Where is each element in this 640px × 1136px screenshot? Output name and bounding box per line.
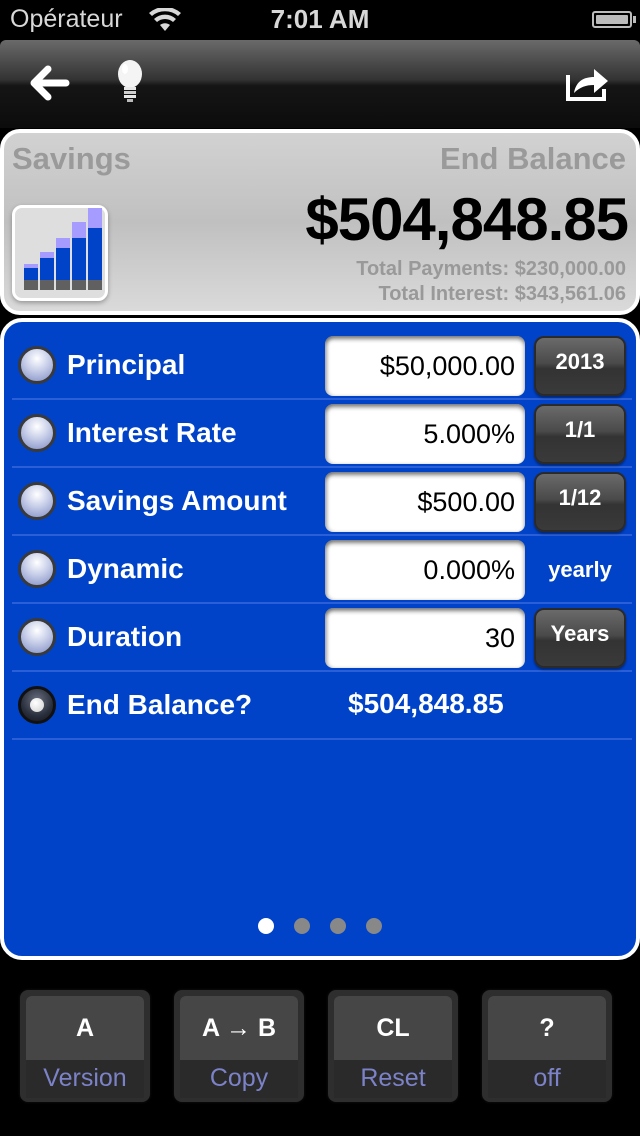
interest-rate-field[interactable]: 5.000%: [325, 404, 525, 464]
copy-key[interactable]: A → B Copy: [174, 990, 304, 1102]
mini-bar-segment: [88, 228, 102, 280]
dynamic-field[interactable]: 0.000%: [325, 540, 525, 600]
back-arrow-icon: [30, 65, 70, 101]
row-duration: Duration 30 Years: [12, 604, 632, 672]
help-key[interactable]: ? off: [482, 990, 612, 1102]
input-panel: Principal $50,000.00 2013 Interest Rate …: [0, 318, 640, 960]
key-label: A: [26, 996, 144, 1060]
mini-bar-segment: [24, 268, 38, 280]
page-dot[interactable]: [294, 918, 310, 934]
end-balance-result: $504,848.85: [348, 688, 504, 719]
mini-bar-segment: [56, 280, 70, 290]
chart-button[interactable]: [12, 205, 108, 301]
mini-bar-segment: [40, 252, 54, 258]
key-label: A → B: [180, 996, 298, 1060]
mini-bar-segment: [40, 258, 54, 280]
share-button[interactable]: [560, 58, 616, 108]
solve-for-radio[interactable]: [18, 550, 56, 588]
dynamic-unit-label: yearly: [548, 557, 612, 582]
row-end-balance: End Balance? $504,848.85: [12, 672, 632, 740]
mini-bar-segment: [24, 264, 38, 268]
version-key[interactable]: A Version: [20, 990, 150, 1102]
summary-card: Savings End Balance $504,848.85 Total Pa…: [0, 129, 640, 315]
nav-bar: [0, 40, 640, 128]
calculator-title: Savings: [12, 141, 131, 176]
row-savings-amount: Savings Amount $500.00 1/12: [12, 468, 632, 536]
result-label: End Balance: [439, 141, 626, 176]
solve-for-radio[interactable]: [18, 618, 56, 656]
clock: 7:01 AM: [270, 4, 370, 34]
mini-bar-segment: [88, 208, 102, 228]
row-label: Duration: [67, 621, 183, 652]
solve-for-radio-selected[interactable]: [18, 686, 56, 724]
key-label: ?: [488, 996, 606, 1060]
key-sublabel: off: [488, 1060, 606, 1098]
key-sublabel: Version: [26, 1060, 144, 1098]
row-label: Principal: [67, 349, 186, 380]
page-dot[interactable]: [366, 918, 382, 934]
duration-field[interactable]: 30: [325, 608, 525, 668]
mini-bar-segment: [72, 222, 86, 238]
key-sublabel: Reset: [334, 1060, 452, 1098]
principal-field[interactable]: $50,000.00: [325, 336, 525, 396]
total-payments: Total Payments: $230,000.00: [356, 258, 626, 280]
bar-chart-icon: [24, 208, 102, 290]
mini-bar-segment: [72, 238, 86, 280]
payment-frequency-button[interactable]: 1/12: [534, 472, 626, 532]
mini-bar-segment: [56, 238, 70, 248]
duration-unit-button[interactable]: Years: [534, 608, 626, 668]
total-interest: Total Interest: $343,561.06: [378, 283, 626, 305]
tips-button[interactable]: [102, 58, 158, 108]
key-label: CL: [334, 996, 452, 1060]
function-keys: A Version A → B Copy CL Reset ? off: [0, 990, 640, 1102]
row-label: Dynamic: [67, 553, 184, 584]
mini-bar-segment: [72, 280, 86, 290]
page-control[interactable]: [4, 918, 636, 934]
solve-for-radio[interactable]: [18, 482, 56, 520]
row-label: End Balance?: [67, 689, 253, 720]
back-button[interactable]: [22, 58, 78, 108]
mini-bar-segment: [40, 280, 54, 290]
key-sublabel: Copy: [180, 1060, 298, 1098]
row-principal: Principal $50,000.00 2013: [12, 332, 632, 400]
result-value: $504,848.85: [305, 186, 629, 253]
solve-for-radio[interactable]: [18, 346, 56, 384]
page-dot[interactable]: [258, 918, 274, 934]
page-dot[interactable]: [330, 918, 346, 934]
row-interest-rate: Interest Rate 5.000% 1/1: [12, 400, 632, 468]
start-year-button[interactable]: 2013: [534, 336, 626, 396]
mini-bar-segment: [88, 280, 102, 290]
battery-full-icon: [592, 11, 636, 28]
share-icon: [566, 69, 608, 101]
row-label: Interest Rate: [67, 417, 237, 448]
mini-bar-segment: [24, 280, 38, 290]
reset-key[interactable]: CL Reset: [328, 990, 458, 1102]
mini-bar-segment: [56, 248, 70, 280]
row-dynamic: Dynamic 0.000% yearly: [12, 536, 632, 604]
savings-amount-field[interactable]: $500.00: [325, 472, 525, 532]
row-label: Savings Amount: [67, 485, 287, 516]
status-bar: Opérateur 7:01 AM: [0, 0, 640, 40]
solve-for-radio[interactable]: [18, 414, 56, 452]
lightbulb-icon: [118, 60, 142, 102]
compounding-button[interactable]: 1/1: [534, 404, 626, 464]
